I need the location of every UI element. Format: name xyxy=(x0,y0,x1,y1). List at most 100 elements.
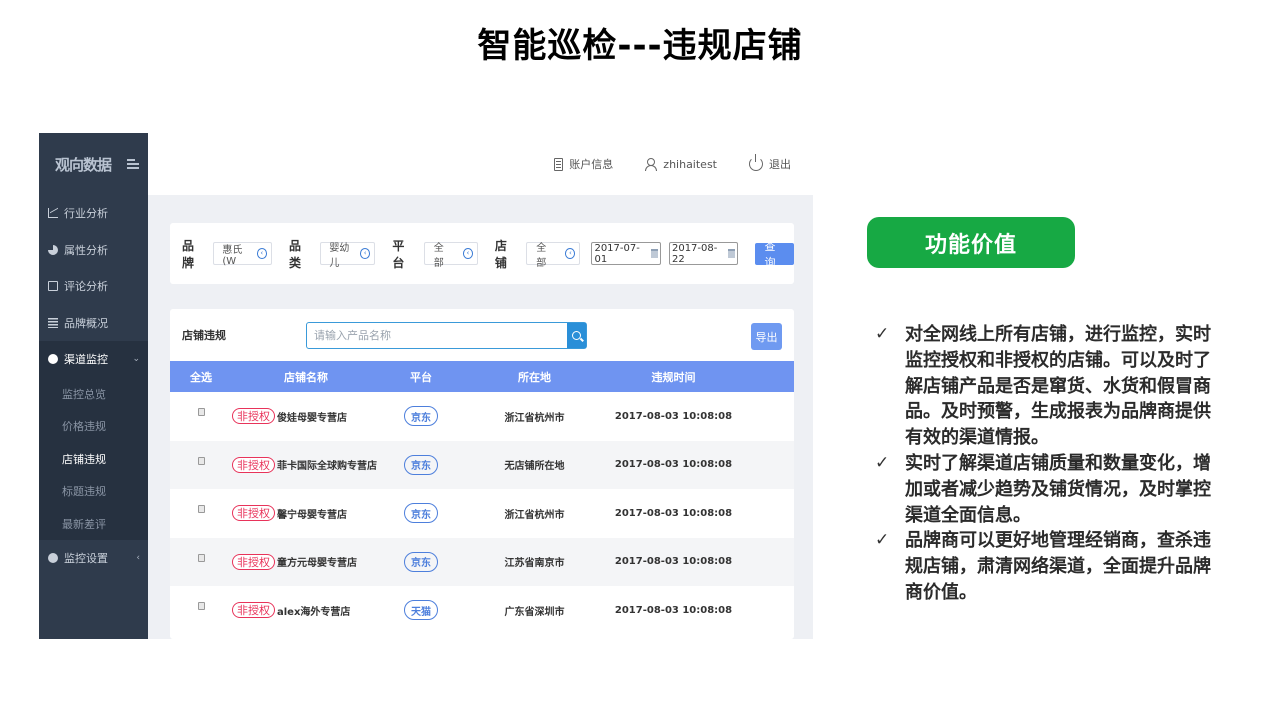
calendar-icon xyxy=(728,249,736,258)
sidebar-item-label: 属性分析 xyxy=(64,243,108,257)
sidebar-item-channel[interactable]: 渠道监控 ⌄ xyxy=(39,341,148,378)
table-row[interactable]: 非授权 俊娃母婴专营店 京东 浙江省杭州市 2017-08-03 10:08:08 xyxy=(170,392,794,441)
table-row[interactable]: 非授权 馨宁母婴专营店 京东 浙江省杭州市 2017-08-03 10:08:08 xyxy=(170,489,794,538)
account-info-link[interactable]: 账户信息 xyxy=(554,156,613,172)
sidebar-submenu: 监控总览 价格违规 店铺违规 标题违规 最新差评 xyxy=(39,377,148,541)
chevron-left-icon: ‹ xyxy=(462,248,473,259)
username: zhihaitest xyxy=(663,157,717,171)
date-start-input[interactable]: 2017-07-01 xyxy=(591,242,661,265)
platform-select[interactable]: 全部 ‹ xyxy=(423,242,478,269)
bullet-text: 对全网线上所有店铺，进行监控，实时监控授权和非授权的店铺。可以及时了解店铺产品是… xyxy=(905,324,1211,449)
shop-name: 童方元母婴专营店 xyxy=(277,558,357,570)
row-checkbox[interactable] xyxy=(197,505,205,514)
unauthorized-badge: 非授权 xyxy=(232,602,275,619)
search-input[interactable] xyxy=(307,322,567,348)
table-title: 店铺违规 xyxy=(182,329,226,342)
brand-select[interactable]: 惠氏(W ‹ xyxy=(213,242,272,267)
sidebar-item-label: 行业分析 xyxy=(64,207,108,221)
column-header-platform: 平台 xyxy=(410,370,432,384)
brand-label: 品牌 xyxy=(182,238,195,270)
row-checkbox[interactable] xyxy=(197,553,205,562)
brand-value: 惠氏(W xyxy=(222,244,243,267)
category-label: 品类 xyxy=(288,238,301,270)
chevron-left-icon: ‹ xyxy=(360,248,371,259)
shop-select[interactable]: 全部 ‹ xyxy=(526,242,581,269)
location-cell: 无店铺所在地 xyxy=(504,461,565,473)
line-chart-icon xyxy=(48,208,58,219)
sidebar-item-label: 渠道监控 xyxy=(64,353,108,367)
location-cell: 浙江省杭州市 xyxy=(504,509,565,521)
account-icon xyxy=(554,157,564,171)
power-icon xyxy=(749,154,763,171)
table-toolbar: 店铺违规 导出 xyxy=(170,309,794,361)
query-button[interactable]: 查询 xyxy=(755,240,794,269)
platform-label: 平台 xyxy=(392,238,405,270)
time-cell: 2017-08-03 10:08:08 xyxy=(614,604,733,616)
table-row[interactable]: 非授权 alex海外专营店 天猫 广东省深圳市 2017-08-03 10:08:… xyxy=(170,586,794,635)
user-icon xyxy=(645,157,658,171)
shop-name: 菲卡国际全球购专营店 xyxy=(277,461,377,473)
sidebar-item-label: 品牌概况 xyxy=(64,316,108,330)
sidebar-item-settings[interactable]: 监控设置 ‹ xyxy=(39,540,148,577)
shop-name: 俊娃母婴专营店 xyxy=(277,412,347,424)
unauthorized-badge: 非授权 xyxy=(232,456,275,473)
filter-bar: 品牌 惠氏(W ‹ 品类 婴幼儿 ‹ 平台 全部 ‹ 店铺 全部 ‹ 2017-… xyxy=(170,223,794,284)
export-button[interactable]: 导出 xyxy=(751,323,782,350)
slide-title: 智能巡检---违规店铺 xyxy=(477,26,803,66)
category-value: 婴幼儿 xyxy=(329,242,350,269)
category-select[interactable]: 婴幼儿 ‹ xyxy=(320,242,376,269)
shop-value: 全部 xyxy=(536,242,547,269)
check-icon: ✓ xyxy=(875,530,890,551)
account-label: 账户信息 xyxy=(569,158,614,171)
date-start-value: 2017-07-01 xyxy=(594,242,640,265)
chevron-left-icon: ‹ xyxy=(136,553,140,564)
table-header: 全选 店铺名称 平台 所在地 违规时间 xyxy=(170,361,794,392)
sidebar-item-industry[interactable]: 行业分析 xyxy=(39,195,148,232)
top-bar: 账户信息 zhihaitest 退出 xyxy=(148,133,813,195)
column-header-shop: 店铺名称 xyxy=(284,370,328,384)
platform-value: 全部 xyxy=(433,242,444,269)
unauthorized-badge: 非授权 xyxy=(232,553,275,570)
logo: 观向数据 xyxy=(55,155,112,174)
sidebar-subitem-shop[interactable]: 店铺违规 xyxy=(39,443,148,476)
sidebar-item-brand[interactable]: 品牌概况 xyxy=(39,305,148,342)
logout-link[interactable]: 退出 xyxy=(749,154,791,172)
search-icon xyxy=(572,330,581,340)
row-checkbox[interactable] xyxy=(197,602,205,611)
time-cell: 2017-08-03 10:08:08 xyxy=(614,556,733,568)
column-header-time: 违规时间 xyxy=(651,370,696,384)
platform-badge: 京东 xyxy=(404,503,438,524)
document-icon xyxy=(48,317,58,328)
bullet-item: ✓ 对全网线上所有店铺，进行监控，实时监控授权和非授权的店铺。可以及时了解店铺产… xyxy=(875,322,1240,451)
sidebar-item-attributes[interactable]: 属性分析 xyxy=(39,232,148,269)
bullet-item: ✓ 品牌商可以更好地管理经销商，查杀违规店铺，肃清网络渠道，全面提升品牌商价值。 xyxy=(875,528,1240,605)
select-all-header[interactable]: 全选 xyxy=(170,369,232,385)
time-cell: 2017-08-03 10:08:08 xyxy=(614,459,733,471)
date-end-value: 2017-08-22 xyxy=(671,242,718,265)
shop-name: 馨宁母婴专营店 xyxy=(277,509,347,521)
sidebar-subitem-price[interactable]: 价格违规 xyxy=(39,410,148,443)
pie-chart-icon xyxy=(48,244,58,255)
sidebar-subitem-title[interactable]: 标题违规 xyxy=(39,475,148,508)
bullet-item: ✓ 实时了解渠道店铺质量和数量变化，增加或者减少趋势及铺货情况，及时掌控渠道全面… xyxy=(875,451,1240,528)
user-link[interactable]: zhihaitest xyxy=(645,157,717,171)
chevron-down-icon: ⌄ xyxy=(132,354,140,365)
unauthorized-badge: 非授权 xyxy=(232,408,275,425)
menu-toggle-icon[interactable] xyxy=(127,159,140,169)
row-checkbox[interactable] xyxy=(197,408,205,417)
sidebar-item-label: 监控设置 xyxy=(64,552,108,566)
search-button[interactable] xyxy=(567,322,586,348)
table-row[interactable]: 非授权 童方元母婴专营店 京东 江苏省南京市 2017-08-03 10:08:0… xyxy=(170,537,794,586)
table-row[interactable]: 非授权 菲卡国际全球购专营店 京东 无店铺所在地 2017-08-03 10:08… xyxy=(170,440,794,489)
sidebar-subitem-bad-reviews[interactable]: 最新差评 xyxy=(39,508,148,541)
date-end-input[interactable]: 2017-08-22 xyxy=(668,242,739,265)
shop-violation-table: 店铺违规 导出 全选 店铺名称 平台 所在地 违规时间 非授权俊娃母婴专营店 京… xyxy=(170,309,794,639)
column-header-location: 所在地 xyxy=(518,370,551,384)
sidebar-subitem-overview[interactable]: 监控总览 xyxy=(39,378,148,411)
row-checkbox[interactable] xyxy=(197,456,205,465)
chevron-left-icon: ‹ xyxy=(565,248,576,259)
bullet-text: 品牌商可以更好地管理经销商，查杀违规店铺，肃清网络渠道，全面提升品牌商价值。 xyxy=(905,530,1211,603)
platform-badge: 京东 xyxy=(404,454,438,475)
sidebar-item-reviews[interactable]: 评论分析 xyxy=(39,268,148,305)
value-bullet-list: ✓ 对全网线上所有店铺，进行监控，实时监控授权和非授权的店铺。可以及时了解店铺产… xyxy=(875,322,1240,606)
